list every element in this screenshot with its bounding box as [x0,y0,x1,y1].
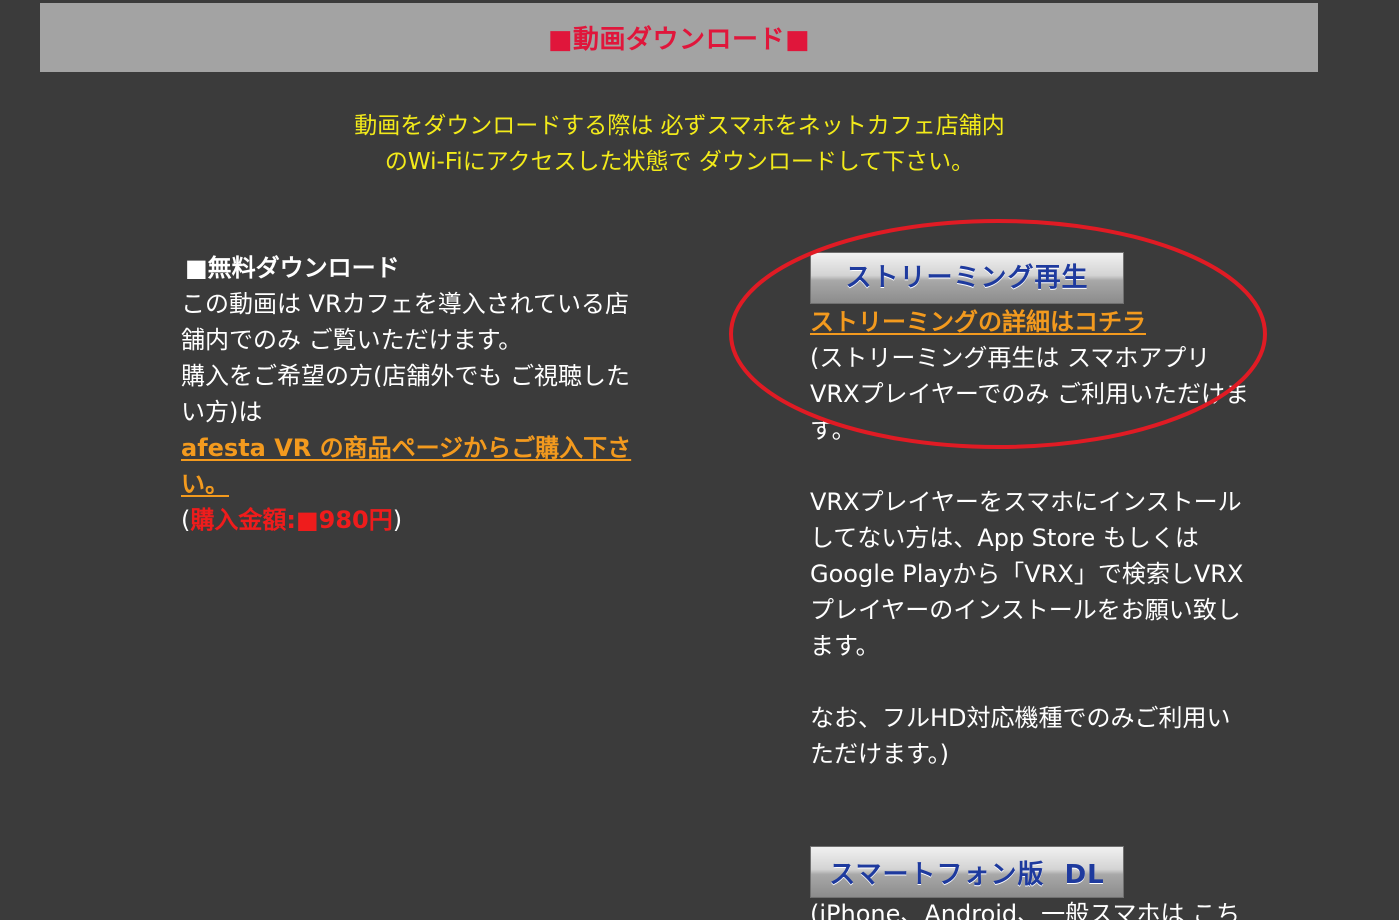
fullhd-device-note: なお、フルHD対応機種でのみご利用いただけます。) [810,704,1231,768]
free-download-description: この動画は VRカフェを導入されている店舗内でのみ ご覧いただけます。 [181,290,630,354]
streaming-details-link[interactable]: ストリーミングの詳細はコチラ [810,304,1250,340]
streaming-play-button[interactable]: ストリーミング再生 [810,252,1124,304]
vrx-install-instructions: VRXプレイヤーをスマホにインストールしてない方は、App Store もしくは… [810,488,1244,660]
smartphone-download-note: (iPhone、Android、一般スマホは こち [810,900,1241,920]
price-close-paren: ) [392,506,403,534]
afesta-product-page-link[interactable]: afesta VR の商品ページからご購入下さい。 [181,434,631,498]
download-notice: 動画をダウンロードする際は 必ずスマホをネットカフェ店舗内 のWi-Fiにアクセ… [0,108,1359,180]
streaming-section: ストリーミング再生 ストリーミングの詳細はコチラ (ストリーミング再生は スマホ… [810,252,1250,772]
streaming-app-note: (ストリーミング再生は スマホアプリVRXプレイヤーでのみ ご利用いただけます。 [810,344,1250,444]
free-download-heading: ■無料ダウンロード [185,254,400,282]
price-line: (購入金額:■980円) [181,502,651,538]
streaming-play-button-label: ストリーミング再生 [845,263,1089,293]
purchase-instructions: 購入をご希望の方(店舗外でも ご視聴したい方)は [181,362,630,426]
smartphone-download-button-label: スマートフォン版 DL [829,859,1105,890]
smartphone-download-button-wrapper: スマートフォン版 DL [810,846,1124,898]
purchase-price: 購入金額:■980円 [190,506,393,534]
section-title: ■動画ダウンロード■ [547,25,811,55]
notice-line-1: 動画をダウンロードする際は 必ずスマホをネットカフェ店舗内 [354,113,1005,139]
notice-line-2: のWi-Fiにアクセスした状態で ダウンロードして下さい。 [384,149,975,175]
page: ■動画ダウンロード■ 動画をダウンロードする際は 必ずスマホをネットカフェ店舗内… [0,0,1399,920]
smartphone-download-button[interactable]: スマートフォン版 DL [810,846,1124,898]
free-download-section: ■無料ダウンロード この動画は VRカフェを導入されている店舗内でのみ ご覧いた… [181,250,651,538]
price-open-paren: ( [181,506,191,534]
section-header-bar: ■動画ダウンロード■ [40,3,1318,72]
